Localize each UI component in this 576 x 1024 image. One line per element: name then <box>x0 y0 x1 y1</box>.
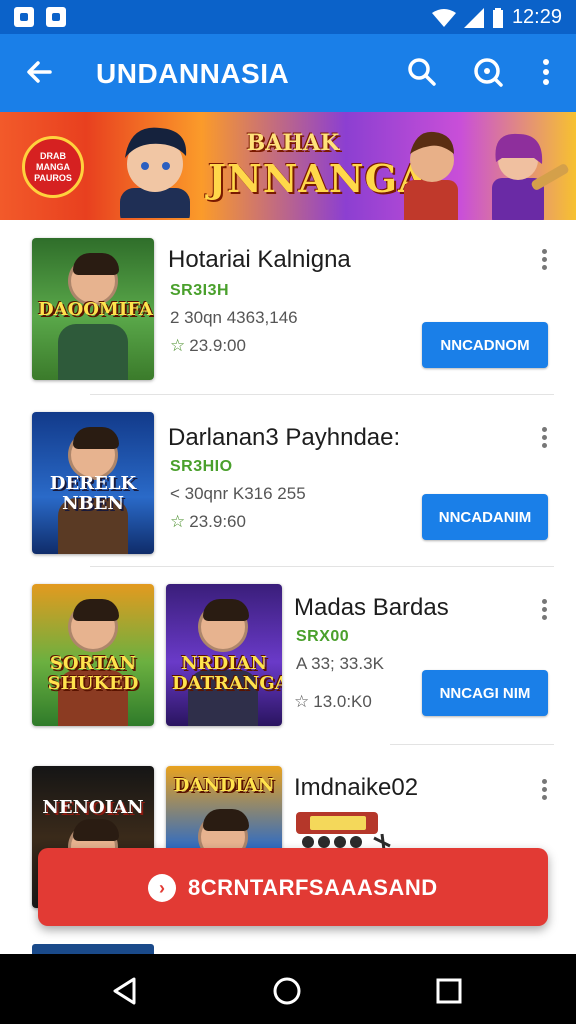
list-item[interactable]: DERELK NBEN Darlanan3 Payhndae: SR3HIO <… <box>0 394 576 566</box>
item-more-icon[interactable] <box>534 424 554 452</box>
app-meta: A 33; 33.3K <box>296 654 384 673</box>
chevron-right-icon: › <box>148 874 176 902</box>
app-thumbnail[interactable]: DAOOMIFA <box>32 238 154 380</box>
star-icon: ☆ <box>170 336 186 355</box>
rating-value: 13.0:K0 <box>313 692 372 711</box>
thumbnail-title: SORTAN SHUKED <box>47 653 139 694</box>
app-name[interactable]: Imdnaike02 <box>294 774 418 802</box>
app-logo-icon <box>296 812 391 851</box>
status-bar: 12:29 <box>0 0 576 34</box>
signal-icon <box>463 7 484 28</box>
promo-banner[interactable]: DRAB MANGA PAUROS BAHAK JNNANGA <box>0 112 576 220</box>
star-icon: ☆ <box>170 512 186 531</box>
floating-action-button[interactable]: › 8CRNTARFSAAASAND <box>38 848 548 926</box>
clock: 12:29 <box>511 6 562 28</box>
app-meta: 2 30qn 4363,146 <box>170 308 298 327</box>
app-name[interactable]: Madas Bardas <box>294 594 449 622</box>
character-body <box>58 324 128 380</box>
rating-value: 23.9:60 <box>189 512 246 531</box>
app-thumbnail[interactable]: NRDIAN DATRANGA <box>166 584 282 726</box>
character-icon <box>198 599 249 652</box>
thumbnail-title: NENOIAN <box>42 797 144 818</box>
banner-title: BAHAK JNNANGA <box>208 130 429 201</box>
back-triangle-icon[interactable] <box>108 974 142 1008</box>
app-thumbnail[interactable]: DERELK NBEN <box>32 412 154 554</box>
list-item[interactable]: DAOOMIFA Hotariai Kalnigna SR3I3H 2 30qn… <box>0 220 576 392</box>
back-arrow-icon[interactable] <box>22 54 58 90</box>
list-item[interactable]: SORTAN SHUKED NRDIAN DATRANGA Madas Bard… <box>0 566 576 738</box>
page-title: UNDANNASIA <box>96 58 290 89</box>
install-button[interactable]: NNCADNOM <box>422 322 548 368</box>
thumbnail-title: DANDIAN <box>173 775 275 796</box>
star-icon: ☆ <box>294 692 310 711</box>
banner-title-line1: BAHAK <box>246 130 340 156</box>
banner-title-line2: JNNANGA <box>208 156 429 201</box>
app-name[interactable]: Darlanan3 Payhndae: <box>168 424 400 452</box>
floating-button-label: 8CRNTARFSAAASAND <box>188 875 438 900</box>
banner-characters-icon <box>404 131 569 220</box>
search-icon[interactable] <box>404 54 440 90</box>
recents-square-icon[interactable] <box>432 974 466 1008</box>
qr-search-icon[interactable] <box>470 54 506 90</box>
item-more-icon[interactable] <box>534 596 554 624</box>
more-options-icon[interactable] <box>528 54 564 90</box>
item-more-icon[interactable] <box>534 246 554 274</box>
screenshot-icon <box>46 7 66 27</box>
app-name[interactable]: Hotariai Kalnigna <box>168 246 351 274</box>
install-button[interactable]: NNCAGI NIM <box>422 670 548 716</box>
app-meta: < 30qnr K316 255 <box>170 484 306 503</box>
app-rating: ☆ 13.0:K0 <box>294 692 372 712</box>
thumbnail-title: DERELK NBEN <box>49 473 137 514</box>
hero-character-icon <box>120 127 190 218</box>
thumbnail-title: DAOOMIFA <box>38 299 153 320</box>
battery-icon <box>492 7 503 28</box>
app-thumbnail[interactable]: SORTAN SHUKED <box>32 584 154 726</box>
item-more-icon[interactable] <box>534 776 554 804</box>
banner-badge: DRAB MANGA PAUROS <box>22 136 84 198</box>
home-circle-icon[interactable] <box>270 974 304 1008</box>
thumbnail-title: NRDIAN DATRANGA <box>172 653 282 694</box>
partial-thumbnail <box>32 944 154 954</box>
notification-icon <box>14 7 34 27</box>
divider <box>390 744 554 745</box>
app-bar: UNDANNASIA <box>0 34 576 112</box>
character-icon <box>68 599 119 652</box>
install-button[interactable]: NNCADANIM <box>422 494 548 540</box>
system-nav-bar <box>0 954 576 1024</box>
app-price: SR3HIO <box>170 458 233 475</box>
app-rating: ☆ 23.9:60 <box>170 512 246 532</box>
wifi-icon <box>431 8 456 27</box>
rating-value: 23.9:00 <box>189 336 246 355</box>
app-price: SR3I3H <box>170 282 230 299</box>
app-price: SRX00 <box>296 628 350 645</box>
app-rating: ☆ 23.9:00 <box>170 336 246 356</box>
